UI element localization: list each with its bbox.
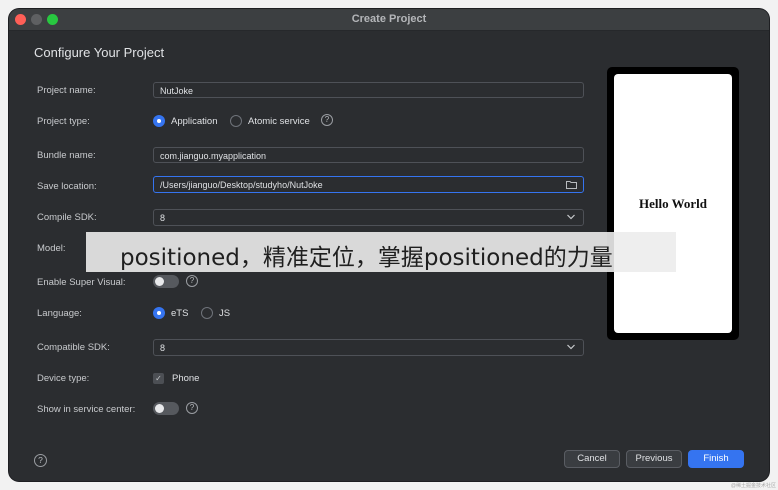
project-name-label: Project name: [37, 85, 96, 96]
preview-hello-text: Hello World [638, 196, 707, 211]
device-type-phone-label[interactable]: Phone [172, 373, 199, 384]
page-heading: Configure Your Project [34, 45, 165, 60]
title-bar: Create Project [9, 9, 769, 31]
language-ets-radio[interactable] [153, 307, 165, 319]
cancel-button[interactable]: Cancel [564, 450, 620, 468]
language-ets-label[interactable]: eTS [171, 308, 188, 319]
project-type-help-icon[interactable]: ? [321, 114, 333, 126]
save-location-input[interactable]: /Users/jianguo/Desktop/studyho/NutJoke [153, 176, 584, 193]
caption-text: positioned，精准定位，掌握positioned的力量 [120, 245, 613, 271]
previous-button[interactable]: Previous [626, 450, 682, 468]
compile-sdk-select[interactable]: 8 [153, 209, 584, 226]
save-location-label: Save location: [37, 181, 97, 192]
service-center-toggle[interactable] [153, 402, 179, 415]
device-preview: Hello World [607, 67, 739, 340]
project-type-application-radio[interactable] [153, 115, 165, 127]
project-type-label: Project type: [37, 116, 90, 127]
chevron-down-icon [567, 344, 575, 350]
caption-overlay: positioned，精准定位，掌握positioned的力量 [86, 232, 676, 272]
compile-sdk-value: 8 [160, 213, 166, 223]
project-type-application-label[interactable]: Application [171, 116, 217, 127]
enable-super-visual-label: Enable Super Visual: [37, 277, 126, 288]
project-type-atomic-radio[interactable] [230, 115, 242, 127]
project-type-atomic-label[interactable]: Atomic service [248, 116, 310, 127]
chevron-down-icon [567, 214, 575, 220]
project-name-input[interactable]: NutJoke [153, 82, 584, 98]
language-js-label[interactable]: JS [219, 308, 230, 319]
service-center-label: Show in service center: [37, 404, 136, 415]
save-location-value: /Users/jianguo/Desktop/studyho/NutJoke [160, 180, 323, 190]
bundle-name-input[interactable]: com.jianguo.myapplication [153, 147, 584, 163]
watermark: @稀土掘金技术社区 [730, 483, 776, 489]
device-type-label: Device type: [37, 373, 90, 384]
dialog-help-icon[interactable]: ? [34, 454, 47, 467]
language-label: Language: [37, 308, 82, 319]
device-preview-screen: Hello World [614, 74, 732, 333]
finish-button[interactable]: Finish [688, 450, 744, 468]
compile-sdk-label: Compile SDK: [37, 212, 97, 223]
bundle-name-label: Bundle name: [37, 150, 96, 161]
compatible-sdk-select[interactable]: 8 [153, 339, 584, 356]
model-label: Model: [37, 243, 66, 254]
language-js-radio[interactable] [201, 307, 213, 319]
service-center-help-icon[interactable]: ? [186, 402, 198, 414]
window-title: Create Project [351, 13, 427, 25]
enable-super-visual-toggle[interactable] [153, 275, 179, 288]
compatible-sdk-label: Compatible SDK: [37, 342, 110, 353]
device-type-phone-checkbox[interactable]: ✓ [153, 373, 164, 384]
compatible-sdk-value: 8 [160, 343, 166, 353]
folder-icon[interactable] [566, 180, 577, 189]
super-visual-help-icon[interactable]: ? [186, 275, 198, 287]
